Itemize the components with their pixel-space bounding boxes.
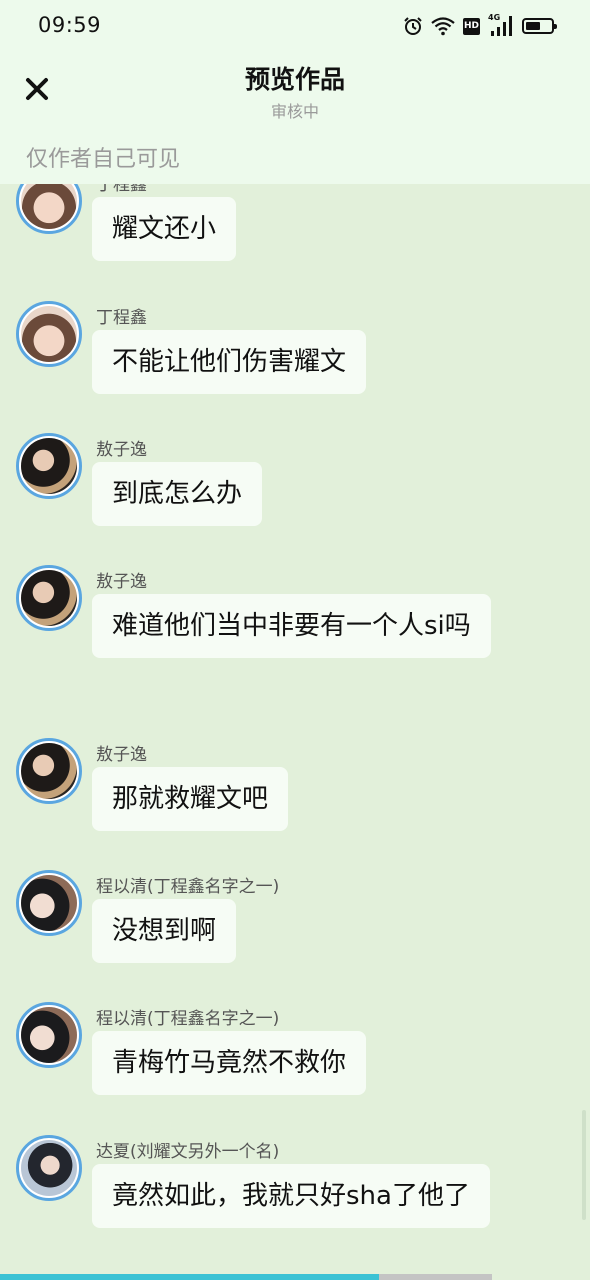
avatar[interactable] <box>16 738 82 804</box>
sender-name: 敖子逸 <box>96 745 147 765</box>
message-bubble[interactable]: 难道他们当中非要有一个人si吗 <box>92 594 491 658</box>
wifi-icon <box>431 16 455 36</box>
avatar[interactable] <box>16 565 82 631</box>
sender-name: 程以清(丁程鑫名字之一) <box>96 1009 280 1029</box>
message-bubble[interactable]: 没想到啊 <box>92 899 237 963</box>
visibility-note: 仅作者自己可见 <box>26 147 181 172</box>
hd-icon: HD <box>463 17 480 35</box>
status-time: 09:59 <box>38 13 102 37</box>
message-bubble[interactable]: 不能让他们伤害耀文 <box>92 330 367 394</box>
header: 09:59 HD 4G 预览作品 审核中 仅作者自己可见 <box>0 0 590 184</box>
progress-bar <box>0 1274 492 1280</box>
alarm-icon <box>403 16 423 36</box>
progress-fill <box>0 1274 379 1280</box>
chat-preview-screen: 丁程鑫 耀文还小 丁程鑫 不能让他们伤害耀文 敖子逸 到底怎么办 敖子逸 难道他… <box>0 0 590 1280</box>
scrollbar[interactable] <box>582 1110 586 1220</box>
page-title: 预览作品 <box>244 65 345 94</box>
sender-name: 丁程鑫 <box>96 308 147 328</box>
avatar[interactable] <box>16 301 82 367</box>
review-status: 审核中 <box>270 102 319 121</box>
sender-name: 达夏(刘耀文另外一个名) <box>96 1142 280 1162</box>
message-bubble[interactable]: 那就救耀文吧 <box>92 767 289 831</box>
message-bubble[interactable]: 耀文还小 <box>92 197 237 261</box>
signal-4g-icon: 4G <box>488 13 514 37</box>
chat-message-list[interactable]: 丁程鑫 耀文还小 丁程鑫 不能让他们伤害耀文 敖子逸 到底怎么办 敖子逸 难道他… <box>0 0 590 1280</box>
battery-icon <box>522 18 557 34</box>
sender-name: 程以清(丁程鑫名字之一) <box>96 877 280 897</box>
message-bubble[interactable]: 到底怎么办 <box>92 462 263 526</box>
sender-name: 敖子逸 <box>96 440 147 460</box>
status-bar: 09:59 HD 4G <box>0 0 590 52</box>
avatar[interactable] <box>16 1135 82 1201</box>
message-bubble[interactable]: 竟然如此，我就只好sha了他了 <box>92 1164 490 1228</box>
avatar[interactable] <box>16 870 82 936</box>
message-bubble[interactable]: 青梅竹马竟然不救你 <box>92 1031 367 1095</box>
status-icons: HD 4G <box>403 13 557 38</box>
sender-name: 敖子逸 <box>96 572 147 592</box>
avatar[interactable] <box>16 433 82 499</box>
avatar[interactable] <box>16 1002 82 1068</box>
